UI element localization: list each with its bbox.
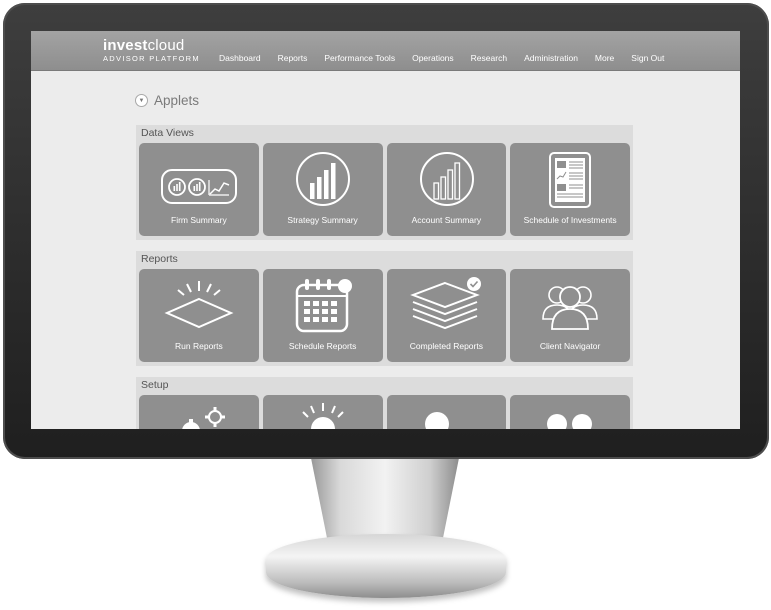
brand-logo[interactable]: investcloud ADVISOR PLATFORM xyxy=(103,38,200,63)
chevron-down-icon[interactable]: ▼ xyxy=(135,94,148,107)
nav-reports[interactable]: Reports xyxy=(278,53,308,63)
tile-setup-2[interactable] xyxy=(262,395,383,429)
tile-label: Schedule of Investments xyxy=(523,215,617,225)
applets-header: ▼ Applets xyxy=(135,93,199,108)
tile-label: Run Reports xyxy=(175,341,223,351)
tile-row: Run Reports Schedule Reports Completed R… xyxy=(136,269,633,362)
tile-row xyxy=(136,395,633,429)
tile-firm-summary[interactable]: Firm Summary xyxy=(139,143,259,236)
section-title: Reports xyxy=(141,253,178,265)
brand-name-bold: invest xyxy=(103,37,148,54)
tile-completed-reports[interactable]: Completed Reports xyxy=(386,269,507,362)
account-chart-icon xyxy=(419,152,474,206)
section-data-views: Data Views Firm Summary Strategy Summary… xyxy=(136,125,633,240)
tile-run-reports[interactable]: Run Reports xyxy=(139,269,259,362)
layers-check-icon xyxy=(409,277,481,330)
tile-strategy-summary[interactable]: Strategy Summary xyxy=(262,143,383,236)
gears-icon xyxy=(182,407,225,429)
tile-label: Firm Summary xyxy=(171,215,227,225)
top-navigation-bar: investcloud ADVISOR PLATFORM Dashboard R… xyxy=(31,31,740,71)
nav-dashboard[interactable]: Dashboard xyxy=(219,53,261,63)
section-reports: Reports Run Reports Schedule Reports Com… xyxy=(136,251,633,366)
tile-label: Completed Reports xyxy=(409,341,483,351)
nav-research[interactable]: Research xyxy=(471,53,507,63)
calendar-icon xyxy=(295,279,352,333)
user-icon xyxy=(424,412,449,429)
sun-icon xyxy=(302,403,344,429)
tile-label: Schedule Reports xyxy=(288,341,357,351)
tile-client-navigator[interactable]: Client Navigator xyxy=(510,269,630,362)
section-title: Setup xyxy=(141,379,169,391)
tile-row: Firm Summary Strategy Summary Account Su… xyxy=(136,143,633,236)
document-icon xyxy=(549,152,592,208)
tile-label: Account Summary xyxy=(411,215,482,225)
main-nav: Dashboard Reports Performance Tools Oper… xyxy=(219,53,664,63)
tile-label: Strategy Summary xyxy=(287,215,358,225)
strategy-chart-icon xyxy=(295,152,350,206)
nav-sign-out[interactable]: Sign Out xyxy=(631,53,664,63)
nav-performance-tools[interactable]: Performance Tools xyxy=(324,53,395,63)
tile-setup-3[interactable] xyxy=(386,395,507,429)
applets-title: Applets xyxy=(154,93,200,108)
tile-schedule-reports[interactable]: Schedule Reports xyxy=(262,269,383,362)
section-title: Data Views xyxy=(141,127,194,139)
monitor-stand-base xyxy=(266,534,506,598)
brand-name: investcloud xyxy=(103,38,200,53)
section-setup: Setup xyxy=(136,377,633,429)
brand-name-light: cloud xyxy=(147,37,185,54)
run-reports-icon xyxy=(164,281,234,329)
tile-label: Client Navigator xyxy=(539,341,601,351)
brand-subtitle: ADVISOR PLATFORM xyxy=(103,54,200,63)
nav-more[interactable]: More xyxy=(595,53,614,63)
tile-schedule-of-investments[interactable]: Schedule of Investments xyxy=(510,143,630,236)
tile-account-summary[interactable]: Account Summary xyxy=(386,143,507,236)
tile-setup-4[interactable] xyxy=(510,395,630,429)
monitor-stand-neck xyxy=(309,452,461,540)
monitor-screen: investcloud ADVISOR PLATFORM Dashboard R… xyxy=(31,31,740,429)
tile-setup-1[interactable] xyxy=(139,395,259,429)
nav-operations[interactable]: Operations xyxy=(412,53,454,63)
users-icon xyxy=(547,414,593,429)
firm-summary-icon xyxy=(161,169,237,204)
nav-administration[interactable]: Administration xyxy=(524,53,578,63)
users-group-icon xyxy=(542,286,599,330)
